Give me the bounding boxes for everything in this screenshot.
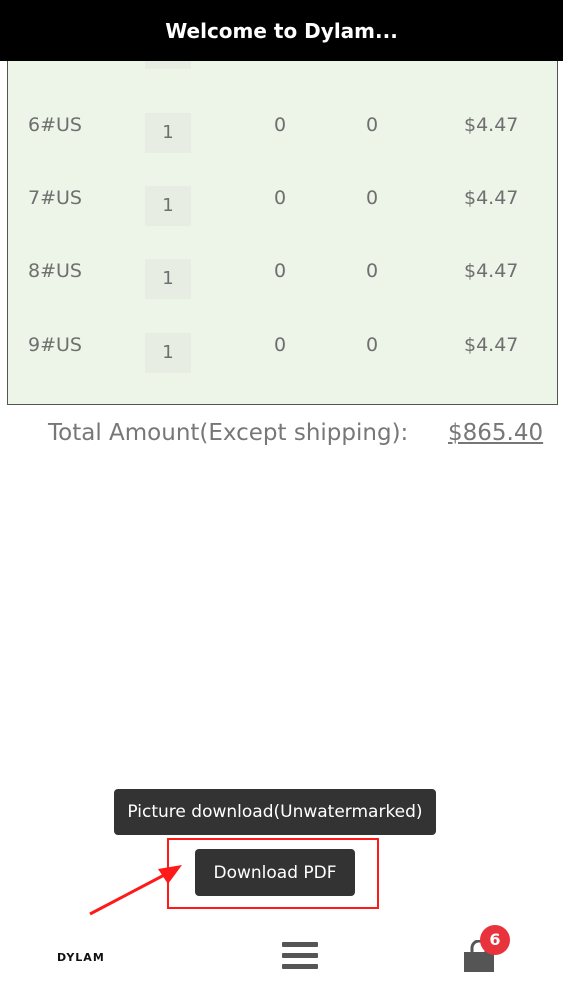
bottom-nav: DYLAM (0, 920, 563, 1001)
annotation-arrow (89, 865, 182, 916)
menu-icon[interactable] (282, 942, 318, 974)
cart-count-badge: 6 (480, 925, 510, 955)
brand-logo[interactable]: DYLAM (57, 951, 105, 964)
